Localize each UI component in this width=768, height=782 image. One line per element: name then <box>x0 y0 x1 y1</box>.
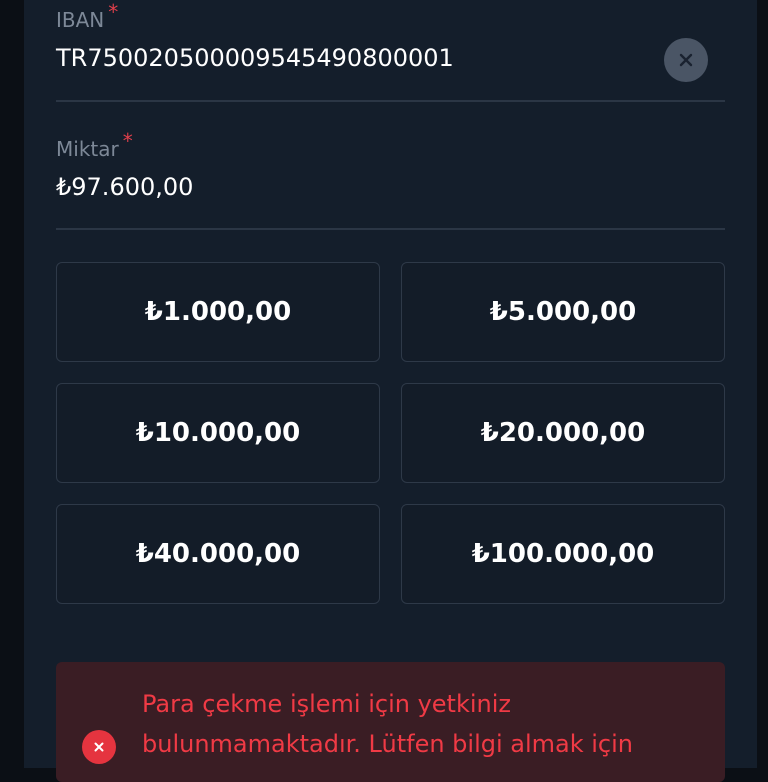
quick-amount-button-20000[interactable]: ₺20.000,00 <box>401 383 725 483</box>
amount-divider <box>56 228 725 230</box>
quick-amount-grid: ₺1.000,00 ₺5.000,00 ₺10.000,00 ₺20.000,0… <box>56 262 725 604</box>
x-icon <box>94 742 104 752</box>
iban-input[interactable]: TR750020500009545490800001 <box>56 44 454 72</box>
quick-amount-button-10000[interactable]: ₺10.000,00 <box>56 383 380 483</box>
iban-label: IBAN * <box>56 0 118 32</box>
iban-label-text: IBAN <box>56 8 105 32</box>
clear-iban-button[interactable] <box>664 38 708 82</box>
quick-amount-button-40000[interactable]: ₺40.000,00 <box>56 504 380 604</box>
quick-amount-button-1000[interactable]: ₺1.000,00 <box>56 262 380 362</box>
required-mark: * <box>122 129 133 153</box>
error-message: Para çekme işlemi için yetkiniz bulunmam… <box>142 690 634 758</box>
amount-label-text: Miktar <box>56 137 119 161</box>
quick-amount-button-100000[interactable]: ₺100.000,00 <box>401 504 725 604</box>
error-close-icon <box>82 730 116 764</box>
iban-divider <box>56 100 725 102</box>
quick-amount-button-5000[interactable]: ₺5.000,00 <box>401 262 725 362</box>
close-icon <box>679 53 693 67</box>
amount-input[interactable]: ₺97.600,00 <box>56 173 193 201</box>
amount-label: Miktar * <box>56 129 133 161</box>
withdrawal-form-panel: IBAN * TR750020500009545490800001 Miktar *… <box>24 0 757 782</box>
required-mark: * <box>108 0 119 24</box>
error-alert: Para çekme işlemi için yetkiniz bulunmam… <box>56 662 725 782</box>
